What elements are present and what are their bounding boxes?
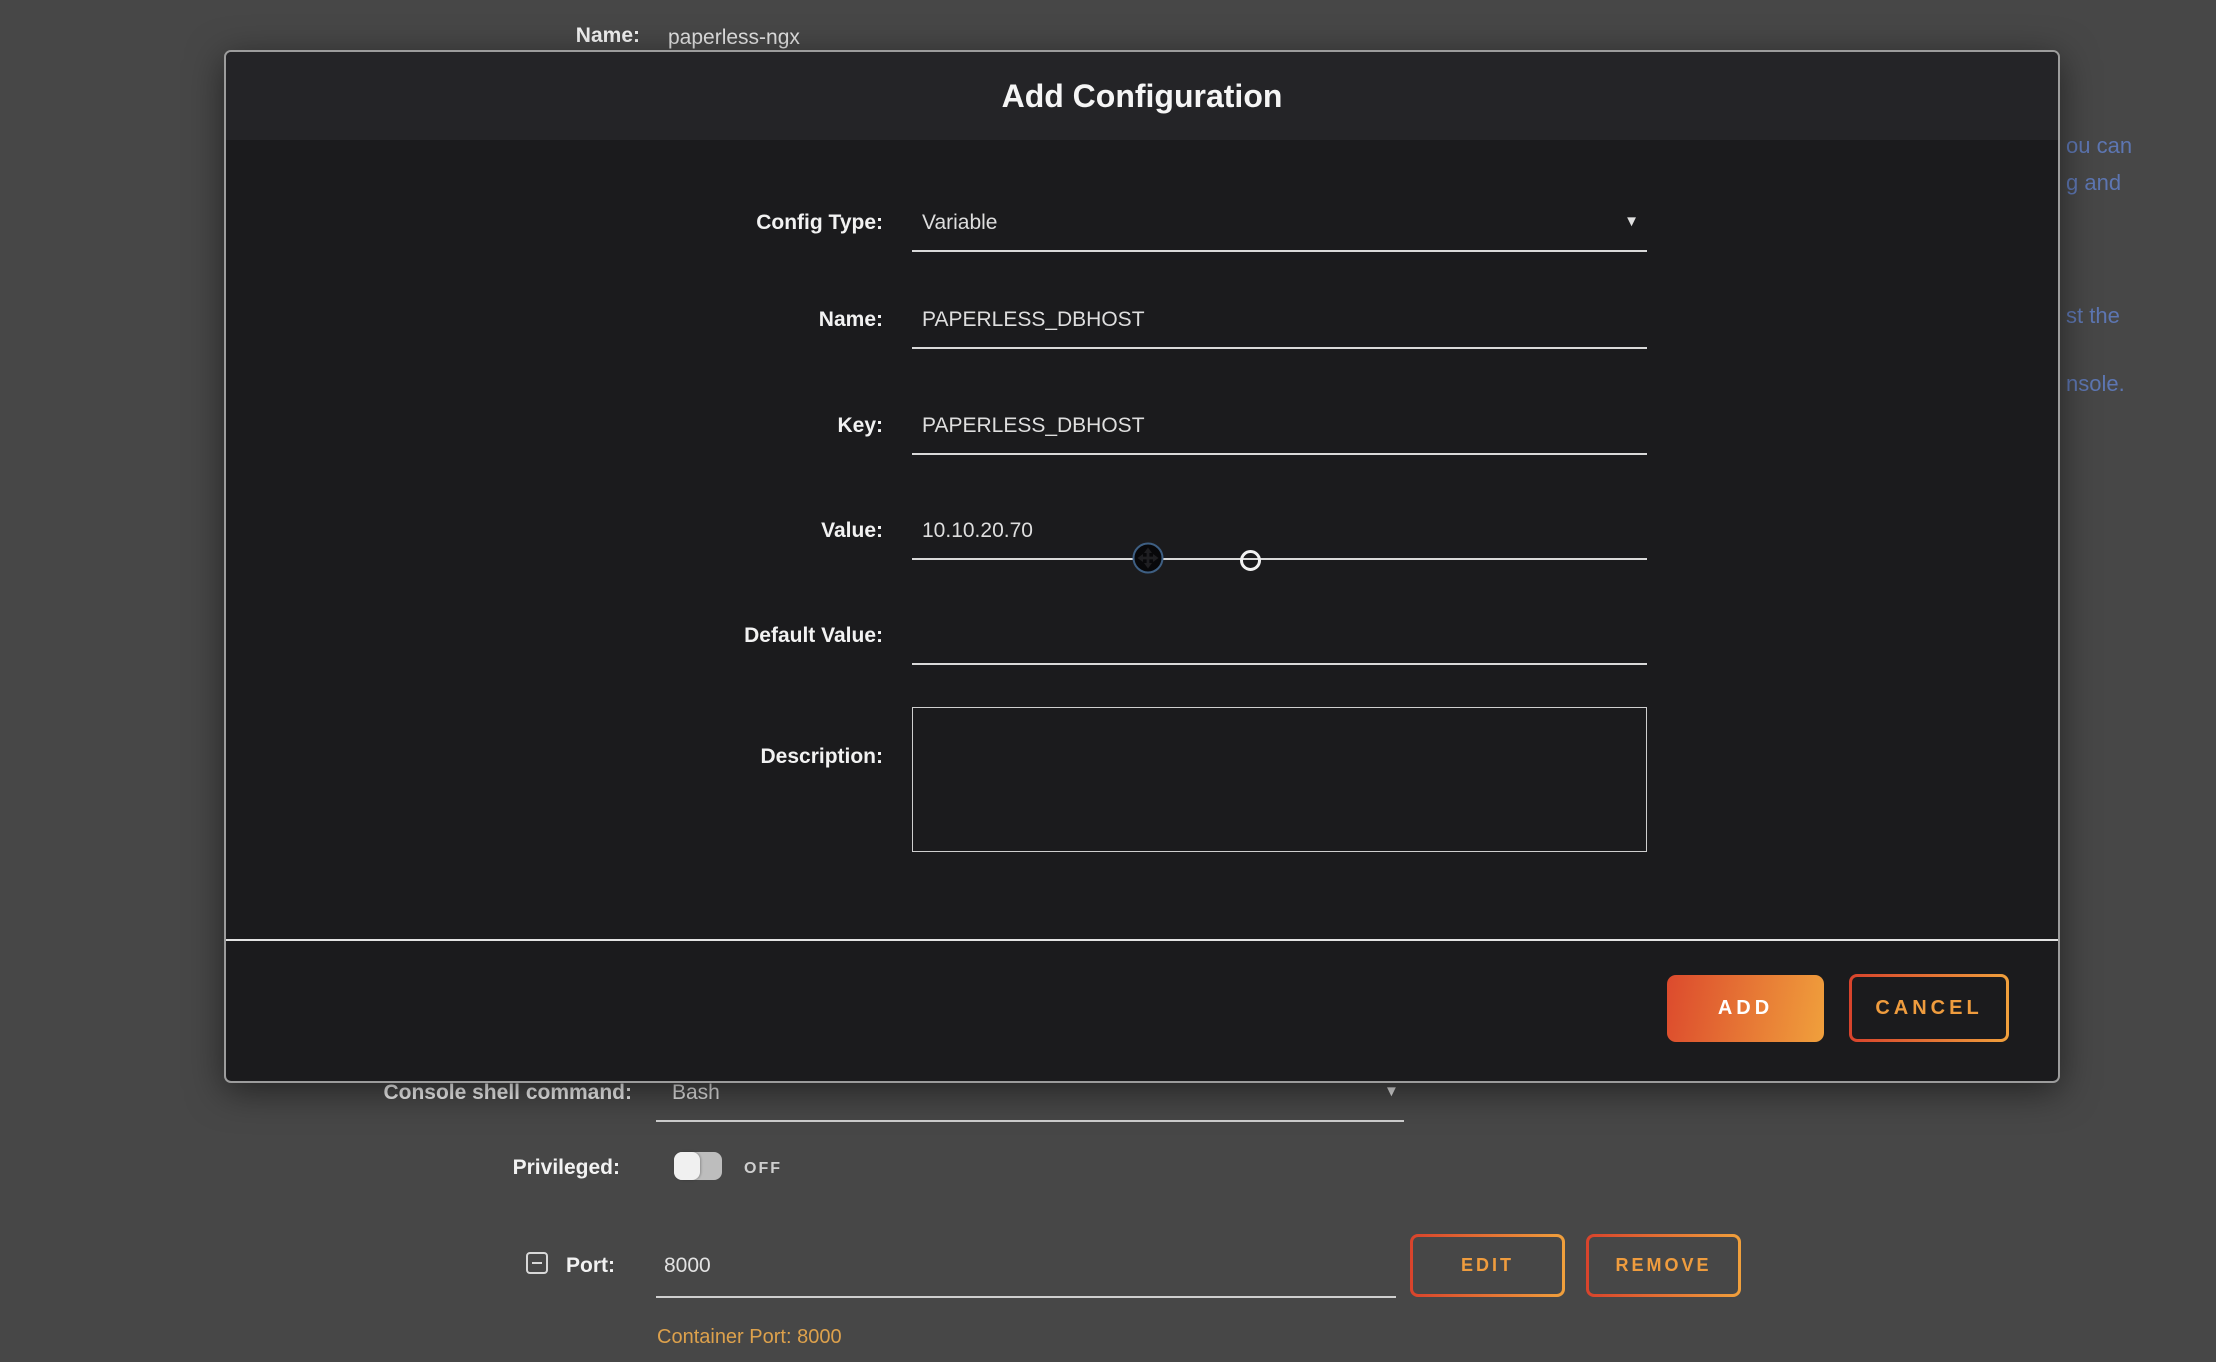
dialog-title: Add Configuration (1002, 78, 1283, 115)
value-input[interactable] (912, 519, 1647, 560)
name-label: Name: (819, 308, 883, 332)
description-textarea[interactable] (912, 707, 1647, 852)
port-underline (656, 1296, 1396, 1298)
value-label: Value: (821, 519, 883, 543)
footer-divider (226, 939, 2058, 941)
chevron-down-icon[interactable]: ▼ (1624, 213, 1639, 230)
console-shell-label: Console shell command: (383, 1081, 632, 1105)
console-shell-underline (656, 1120, 1404, 1122)
cancel-button[interactable]: CANCEL (1849, 974, 2009, 1042)
edit-button[interactable]: EDIT (1410, 1234, 1565, 1297)
container-name-value[interactable]: paperless-ngx (668, 26, 800, 50)
toggle-knob (674, 1152, 700, 1180)
container-name-label: Name: (576, 24, 640, 48)
remove-button[interactable]: REMOVE (1586, 1234, 1741, 1297)
default-value-input[interactable] (912, 624, 1647, 665)
cancel-button-label: CANCEL (1852, 977, 2006, 1039)
circle-cursor-icon (1240, 550, 1261, 571)
remove-button-label: REMOVE (1589, 1237, 1738, 1294)
privileged-toggle[interactable] (674, 1152, 722, 1180)
add-button[interactable]: ADD (1667, 975, 1824, 1042)
minus-square-icon[interactable] (526, 1252, 548, 1274)
key-label: Key: (837, 414, 883, 438)
page: { "colors": { "page_bg": "#474747", "mod… (0, 0, 2216, 1362)
dialog-header: Add Configuration (226, 52, 2058, 140)
default-value-label: Default Value: (744, 624, 883, 648)
help-text-fragment: ou can (2066, 133, 2132, 159)
console-shell-value[interactable]: Bash (672, 1081, 720, 1105)
description-label: Description: (760, 745, 883, 769)
port-label: Port: (566, 1254, 615, 1278)
move-cursor-icon (1132, 542, 1164, 579)
edit-button-label: EDIT (1413, 1237, 1562, 1294)
config-type-label: Config Type: (756, 211, 883, 235)
name-input[interactable] (912, 308, 1647, 349)
privileged-label: Privileged: (513, 1156, 620, 1180)
key-input[interactable] (912, 414, 1647, 455)
port-value[interactable]: 8000 (664, 1254, 711, 1278)
help-text-fragment: st the (2066, 303, 2120, 329)
help-text-fragment: g and (2066, 170, 2121, 196)
container-port-note: Container Port: 8000 (657, 1326, 842, 1349)
help-text-fragment: nsole. (2066, 371, 2125, 397)
chevron-down-icon[interactable]: ▼ (1384, 1083, 1399, 1100)
privileged-state: OFF (744, 1160, 782, 1178)
config-type-select[interactable] (912, 211, 1647, 252)
